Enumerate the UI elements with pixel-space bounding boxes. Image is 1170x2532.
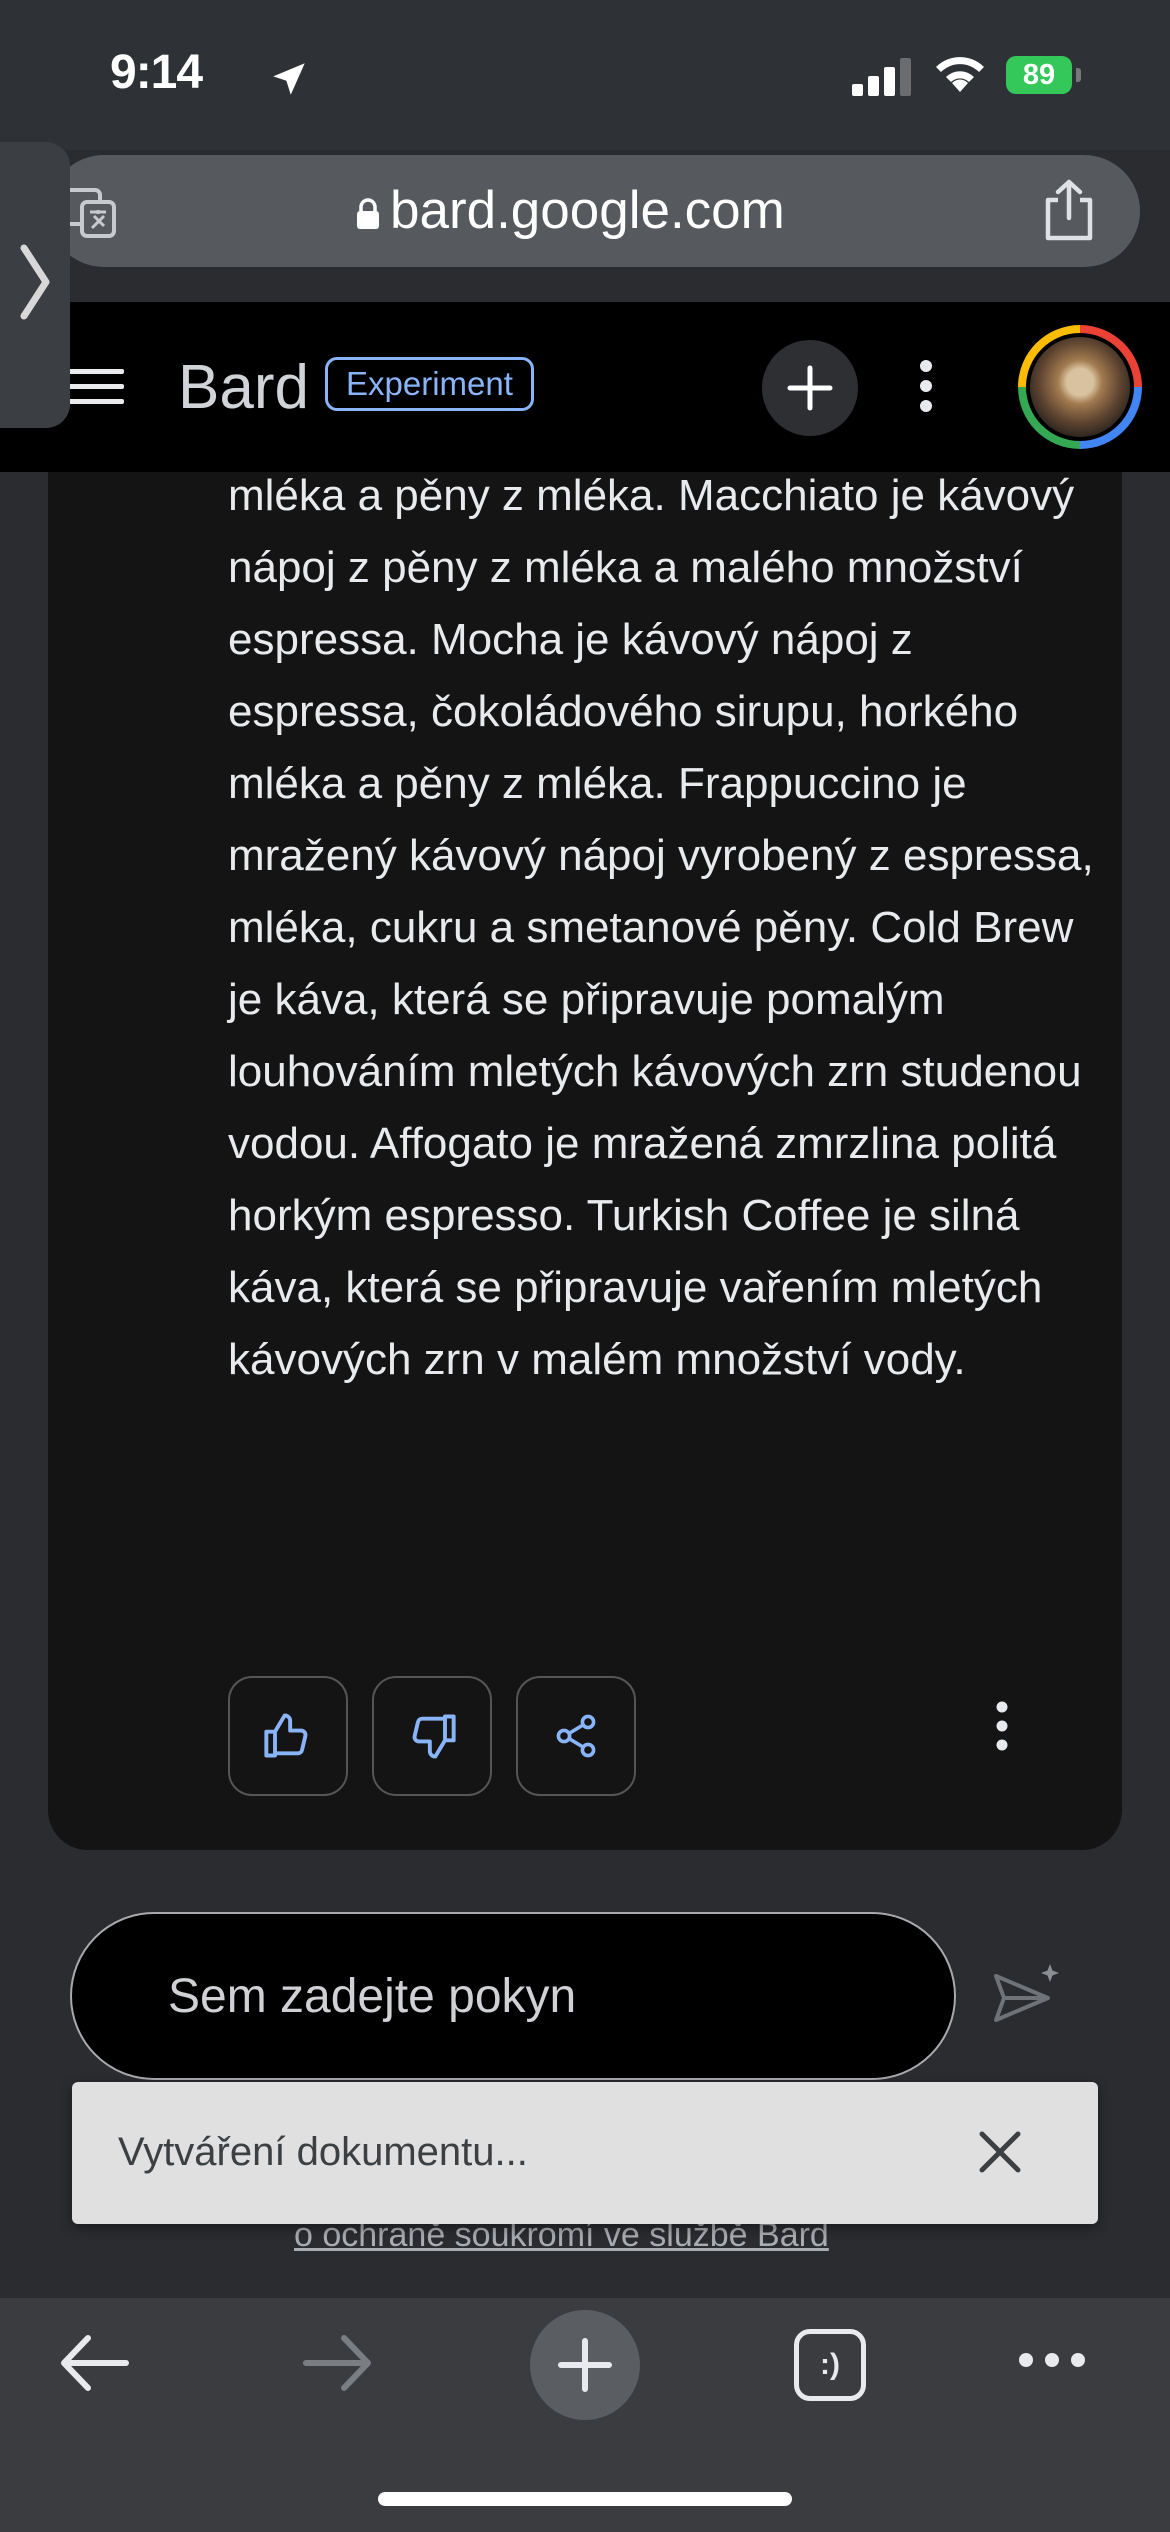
close-icon[interactable] xyxy=(978,2130,1022,2179)
plus-icon xyxy=(558,2338,612,2392)
share-nodes-icon xyxy=(556,1714,596,1758)
new-chat-button[interactable] xyxy=(762,340,858,436)
lock-icon xyxy=(356,198,380,235)
response-more-icon[interactable] xyxy=(994,1700,1010,1757)
location-icon xyxy=(268,58,310,105)
more-vert-icon[interactable] xyxy=(916,358,936,419)
chevron-right-icon[interactable] xyxy=(18,242,52,333)
share-response-button[interactable] xyxy=(516,1676,636,1796)
share-icon[interactable] xyxy=(1040,178,1098,247)
response-text: mléka a pěny z mléka. Macchiato je kávov… xyxy=(228,471,1094,1384)
translate-icon[interactable] xyxy=(62,184,118,245)
url-text[interactable]: bard.google.com xyxy=(390,180,785,241)
forward-arrow-icon[interactable] xyxy=(302,2332,374,2399)
menu-icon[interactable] xyxy=(68,367,124,412)
home-indicator xyxy=(378,2492,792,2506)
thumbs-down-icon xyxy=(412,1714,456,1759)
wifi-icon xyxy=(932,52,988,99)
thumbs-up-icon xyxy=(264,1713,308,1758)
experiment-badge: Experiment xyxy=(325,357,534,411)
avatar-ring-inner xyxy=(1026,333,1134,441)
tabs-button[interactable]: :) xyxy=(794,2329,866,2401)
thumbs-up-button[interactable] xyxy=(228,1676,348,1796)
avatar-photo xyxy=(1030,337,1130,437)
status-time: 9:14 xyxy=(110,46,203,99)
battery-nub xyxy=(1076,68,1081,82)
back-arrow-icon[interactable] xyxy=(58,2332,130,2399)
more-horiz-icon[interactable] xyxy=(1016,2350,1088,2375)
app-logo: Bard xyxy=(178,353,309,422)
send-icon[interactable] xyxy=(992,1962,1062,2037)
new-tab-button[interactable] xyxy=(530,2310,640,2420)
toast-text: Vytváření dokumentu... xyxy=(118,2130,528,2174)
prompt-input[interactable]: Sem zadejte pokyn xyxy=(70,1912,956,2080)
battery-indicator: 89 xyxy=(1006,56,1072,94)
thumbs-down-button[interactable] xyxy=(372,1676,492,1796)
avatar[interactable] xyxy=(1018,325,1142,449)
signal-icon xyxy=(852,58,914,101)
plus-icon xyxy=(787,365,833,411)
app-header xyxy=(0,302,1170,472)
